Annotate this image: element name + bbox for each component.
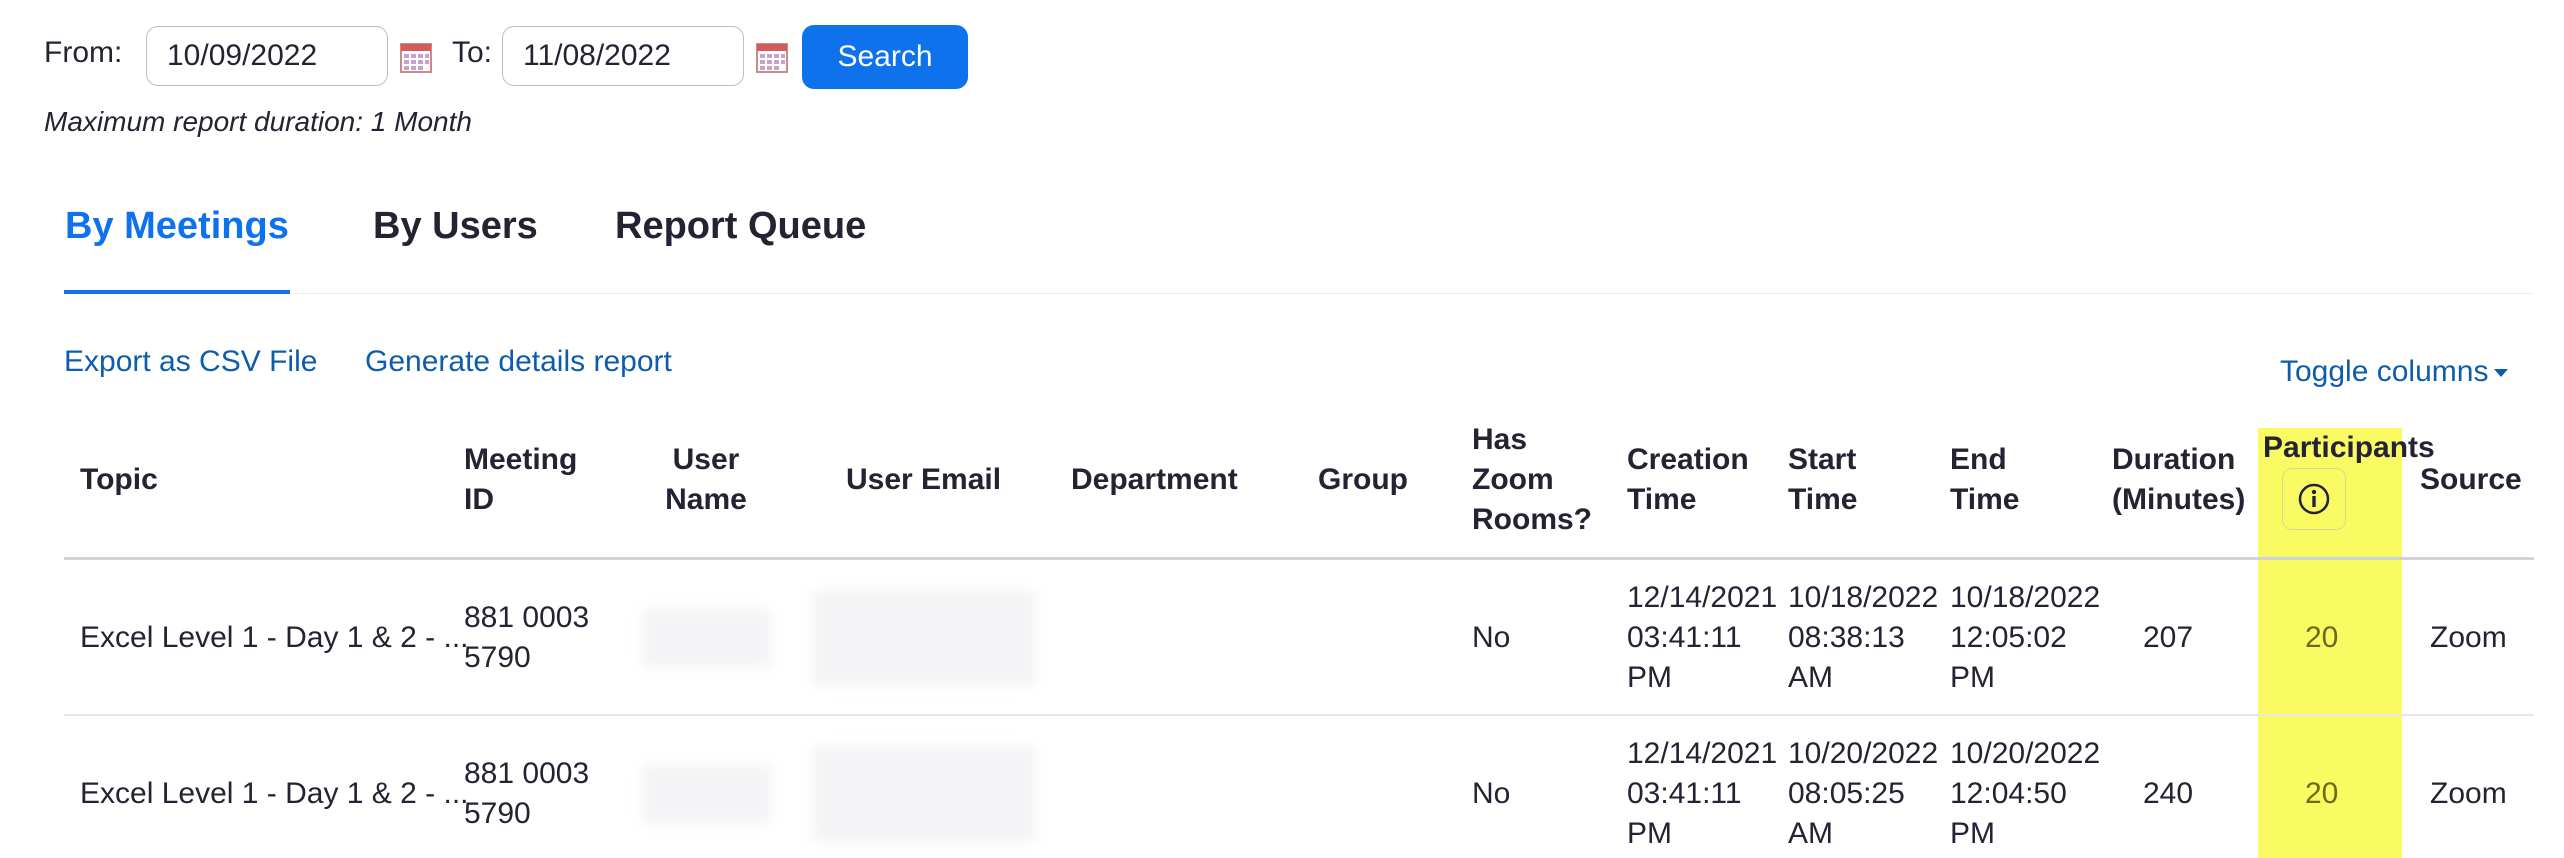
header-divider	[64, 557, 2534, 560]
active-tab-indicator	[64, 290, 290, 294]
cell-start-time: 10/18/2022 08:38:13 AM	[1788, 581, 1939, 694]
cell-topic[interactable]: Excel Level 1 - Day 1 & 2 - ...	[80, 618, 469, 658]
cell-source: Zoom	[2430, 621, 2507, 654]
to-label: To:	[452, 36, 493, 69]
to-date-input[interactable]: 11/08/2022	[502, 26, 744, 86]
cell-source: Zoom	[2430, 777, 2507, 810]
cell-duration: 240	[2143, 777, 2194, 810]
header-user-email[interactable]: User Email	[846, 460, 1001, 500]
header-participants[interactable]: Participants	[2263, 428, 2435, 468]
tab-by-users[interactable]: By Users	[373, 205, 538, 248]
info-icon	[2298, 483, 2330, 515]
header-group[interactable]: Group	[1318, 460, 1408, 500]
tab-divider	[64, 293, 2534, 294]
cell-start-time: 10/20/2022 08:05:25 AM	[1788, 737, 1939, 850]
from-date-input[interactable]: 10/09/2022	[146, 26, 388, 86]
header-source[interactable]: Source	[2420, 460, 2522, 500]
redacted-user-email	[812, 590, 1036, 686]
header-duration[interactable]: Duration (Minutes)	[2112, 440, 2245, 520]
header-meeting-id[interactable]: Meeting ID	[464, 440, 577, 520]
cell-topic[interactable]: Excel Level 1 - Day 1 & 2 - ...	[80, 774, 469, 814]
tab-report-queue[interactable]: Report Queue	[615, 205, 866, 248]
header-has-zoom-rooms[interactable]: Has Zoom Rooms?	[1472, 420, 1592, 540]
cell-end-time: 10/20/2022 12:04:50 PM	[1950, 737, 2101, 850]
header-start-time[interactable]: Start Time	[1788, 440, 1857, 520]
redacted-user-name	[642, 764, 772, 824]
cell-participants[interactable]: 20	[2305, 618, 2338, 658]
cell-meeting-id: 881 0003 5790	[464, 601, 590, 674]
caret-down-icon	[2494, 369, 2509, 378]
header-user-name[interactable]: User Name	[646, 440, 766, 520]
cell-meeting-id: 881 0003 5790	[464, 757, 590, 830]
cell-duration: 207	[2143, 621, 2194, 654]
generate-details-report-link[interactable]: Generate details report	[365, 345, 672, 379]
redacted-user-email	[812, 746, 1036, 842]
from-label: From:	[44, 36, 123, 69]
toggle-columns-dropdown[interactable]: Toggle columns	[2280, 355, 2509, 389]
header-department[interactable]: Department	[1071, 460, 1238, 500]
tab-by-meetings[interactable]: By Meetings	[65, 205, 289, 248]
cell-has-zoom-rooms: No	[1472, 777, 1511, 810]
header-end-time[interactable]: End Time	[1950, 440, 2019, 520]
header-topic[interactable]: Topic	[80, 460, 158, 500]
calendar-icon[interactable]	[400, 41, 432, 73]
participants-info-button[interactable]	[2282, 468, 2346, 530]
toggle-columns-label: Toggle columns	[2280, 355, 2489, 388]
cell-participants[interactable]: 20	[2305, 774, 2338, 814]
cell-end-time: 10/18/2022 12:05:02 PM	[1950, 581, 2101, 694]
search-button[interactable]: Search	[802, 25, 968, 89]
report-duration-note: Maximum report duration: 1 Month	[44, 106, 472, 137]
calendar-icon[interactable]	[756, 41, 788, 73]
cell-has-zoom-rooms: No	[1472, 621, 1511, 654]
redacted-user-name	[642, 608, 772, 668]
cell-creation-time: 12/14/2021 03:41:11 PM	[1627, 737, 1778, 850]
export-csv-link[interactable]: Export as CSV File	[64, 345, 317, 379]
header-creation-time[interactable]: Creation Time	[1627, 440, 1749, 520]
row-divider	[64, 714, 2534, 716]
cell-creation-time: 12/14/2021 03:41:11 PM	[1627, 581, 1778, 694]
